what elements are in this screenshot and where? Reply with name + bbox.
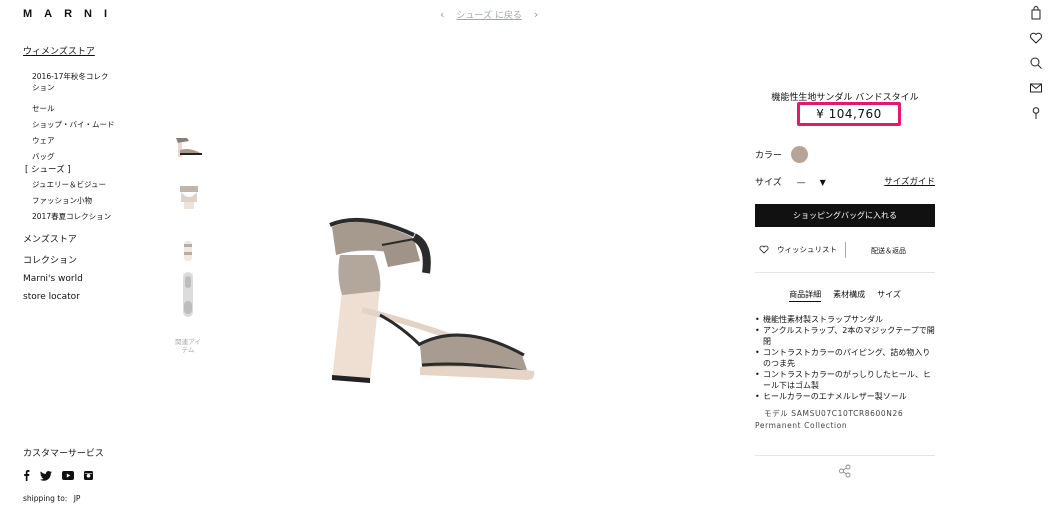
model-number: モデル SAMSU07C10TCR8600N26 <box>764 409 904 418</box>
list-item: コントラストカラーのパイピング、詰め物入りのつま先 <box>755 347 937 369</box>
mens-store-link[interactable]: メンズストア <box>23 232 123 245</box>
chevron-down-icon: ▼ <box>819 178 826 187</box>
model-info: モデル SAMSU07C10TCR8600N26 Permanent Colle… <box>755 408 903 432</box>
thumbnail-side-view[interactable] <box>172 135 206 159</box>
tab-materials[interactable]: 素材構成 <box>833 289 865 302</box>
sidebar-item-sale[interactable]: セール <box>32 103 123 114</box>
size-label: サイズ <box>755 178 782 188</box>
sidebar-item-wear[interactable]: ウェア <box>32 135 123 146</box>
womens-store-link[interactable]: ウィメンズストア <box>23 44 123 57</box>
divider <box>755 272 935 273</box>
prev-arrow-icon[interactable]: ‹ <box>440 8 444 21</box>
search-icon[interactable] <box>1029 56 1043 70</box>
product-details-list: 機能性素材製ストラップサンダル アンクルストラップ、2本のマジックテープで開閉 … <box>755 314 937 402</box>
shopping-bag-icon[interactable] <box>1029 6 1043 20</box>
customer-service-link[interactable]: カスタマーサービス <box>23 446 104 459</box>
sidebar-footer: カスタマーサービス shipping to: JP <box>23 446 104 503</box>
sidebar-item-bags[interactable]: バッグ <box>32 151 123 162</box>
twitter-icon[interactable] <box>40 470 52 481</box>
collection-name: Permanent Collection <box>755 421 848 430</box>
size-dropdown[interactable]: — ▼ <box>797 178 826 188</box>
collection-link[interactable]: コレクション <box>23 253 123 266</box>
store-locator-link[interactable]: store locator <box>23 292 123 302</box>
size-guide-link[interactable]: サイズガイド <box>884 175 935 187</box>
color-selector: カラー <box>755 146 809 163</box>
thumbnail-top-view[interactable] <box>182 240 194 262</box>
wishlist-button[interactable]: ウィッシュリスト <box>759 244 837 255</box>
shipping-destination[interactable]: shipping to: JP <box>23 494 104 503</box>
product-tabs: 商品詳細 素材構成 サイズ <box>755 289 935 302</box>
size-selector: サイズ — ▼ サイズガイド <box>755 175 935 188</box>
thumbnail-front-view[interactable] <box>174 182 204 212</box>
youtube-icon[interactable] <box>62 471 74 480</box>
utility-icons <box>1029 6 1045 131</box>
sidebar-item-jewelry[interactable]: ジュエリー＆ビジュー <box>32 179 123 190</box>
instagram-icon[interactable] <box>84 471 93 480</box>
sidebar-item-ss-collection[interactable]: 2017春夏コレクション <box>32 211 112 222</box>
next-arrow-icon[interactable]: › <box>534 8 538 21</box>
breadcrumb-nav: ‹ シューズ に戻る › <box>440 8 538 21</box>
facebook-icon[interactable] <box>23 470 30 481</box>
list-item: 機能性素材製ストラップサンダル <box>755 314 937 325</box>
main-product-image[interactable] <box>322 215 542 385</box>
sidebar-item-accessories[interactable]: ファッション小物 <box>32 195 123 206</box>
thumbnail-sole-view[interactable] <box>180 271 196 319</box>
related-items-label[interactable]: 関連アイテム <box>173 338 203 354</box>
shipping-returns-link[interactable]: 配送＆返品 <box>871 246 906 256</box>
marnis-world-link[interactable]: Marni's world <box>23 274 123 284</box>
list-item: アンクルストラップ、2本のマジックテープで開閉 <box>755 325 937 347</box>
category-sidebar: ウィメンズストア 2016-17年秋冬コレクション セール ショップ・バイ・ムー… <box>23 44 123 302</box>
product-price: ¥ 104,760 <box>797 102 901 126</box>
social-links <box>23 470 104 481</box>
heart-icon[interactable] <box>1029 31 1043 45</box>
mail-icon[interactable] <box>1029 81 1043 95</box>
color-label: カラー <box>755 151 783 161</box>
back-to-shoes-link[interactable]: シューズ に戻る <box>456 8 521 21</box>
color-swatch[interactable] <box>791 146 809 163</box>
share-icon[interactable] <box>838 464 852 478</box>
sidebar-item-shoes-active[interactable]: [ シューズ ] <box>25 165 123 176</box>
tab-details[interactable]: 商品詳細 <box>789 289 822 302</box>
sidebar-item-fw-collection[interactable]: 2016-17年秋冬コレクション <box>32 71 112 93</box>
divider <box>845 242 846 258</box>
list-item: コントラストカラーのがっしりしたヒール、ヒール下はゴム製 <box>755 369 937 391</box>
list-item: ヒールカラーのエナメルレザー製ソール <box>755 391 937 402</box>
marni-logo[interactable]: MARNI <box>23 8 119 20</box>
add-to-bag-button[interactable]: ショッピングバッグに入れる <box>755 204 935 227</box>
divider <box>755 455 935 456</box>
location-pin-icon[interactable] <box>1029 106 1043 120</box>
tab-size[interactable]: サイズ <box>877 289 901 302</box>
sidebar-item-shop-by-mood[interactable]: ショップ・バイ・ムード <box>32 119 123 130</box>
heart-icon <box>759 245 769 254</box>
